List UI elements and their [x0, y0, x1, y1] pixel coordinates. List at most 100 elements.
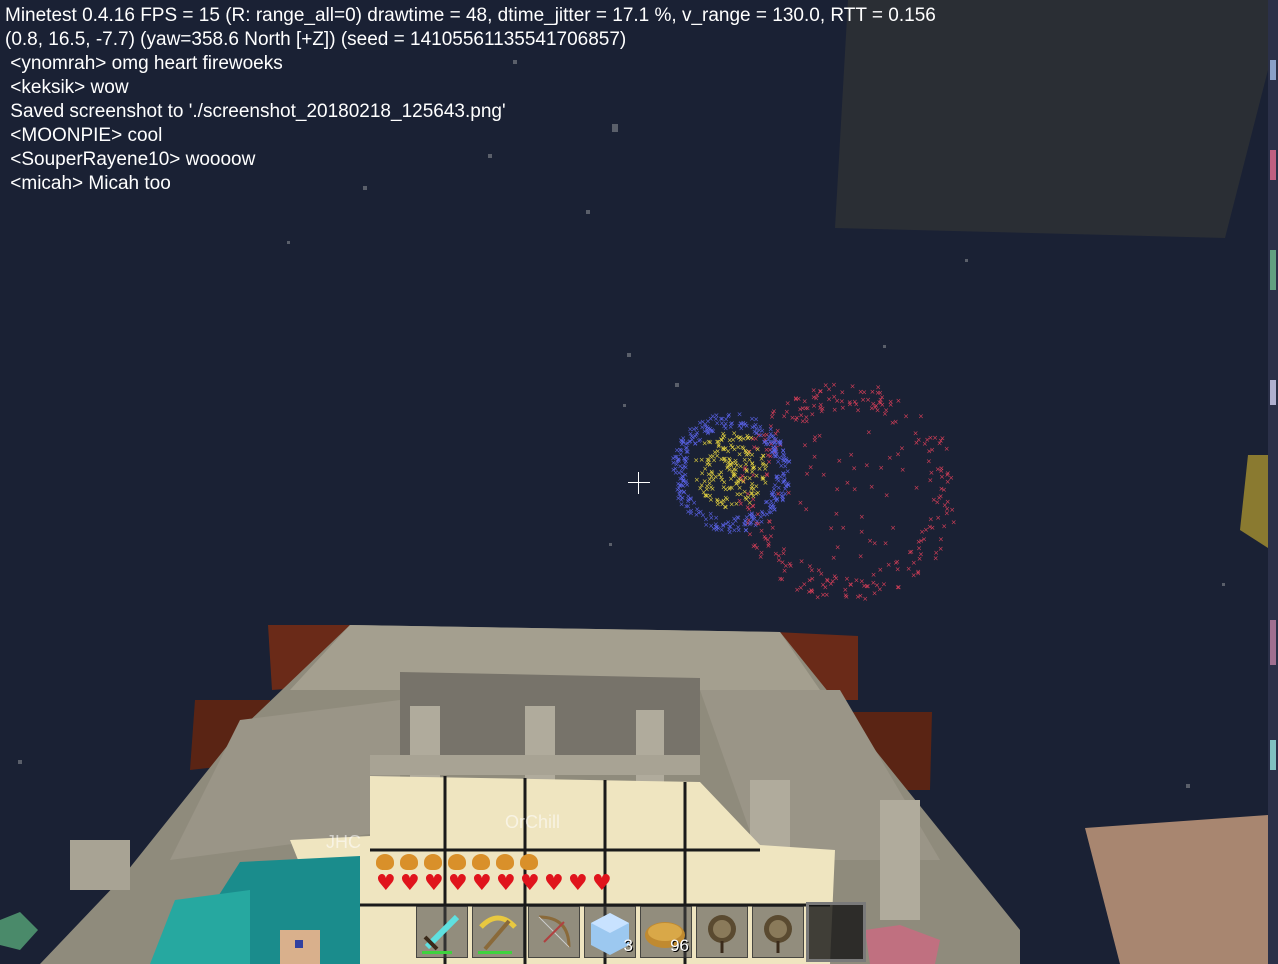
- svg-text:×: ×: [929, 446, 935, 454]
- svg-text:×: ×: [884, 491, 890, 499]
- svg-text:×: ×: [744, 422, 750, 430]
- svg-text:×: ×: [706, 438, 712, 446]
- svg-text:×: ×: [735, 491, 741, 499]
- heart-icon: ♥: [568, 871, 588, 896]
- svg-text:×: ×: [949, 506, 955, 514]
- svg-text:×: ×: [935, 514, 941, 522]
- svg-text:×: ×: [780, 496, 786, 504]
- svg-text:×: ×: [927, 476, 933, 484]
- svg-text:×: ×: [714, 496, 720, 504]
- svg-text:×: ×: [802, 441, 808, 449]
- svg-text:×: ×: [772, 447, 778, 455]
- diamond-sword-icon: [422, 914, 460, 954]
- svg-text:×: ×: [723, 520, 729, 528]
- svg-text:×: ×: [737, 410, 743, 418]
- svg-text:×: ×: [848, 451, 854, 459]
- firework-rocket-icon: [708, 915, 736, 953]
- svg-text:×: ×: [808, 463, 814, 471]
- svg-text:×: ×: [738, 434, 744, 442]
- svg-text:×: ×: [840, 404, 846, 412]
- debug-info-line-2: (0.8, 16.5, -7.7) (yaw=358.6 North [+Z])…: [5, 29, 627, 50]
- svg-text:×: ×: [723, 486, 729, 494]
- svg-text:×: ×: [674, 447, 680, 455]
- svg-text:×: ×: [890, 419, 896, 427]
- svg-text:×: ×: [938, 492, 944, 500]
- svg-text:×: ×: [840, 524, 846, 532]
- svg-text:×: ×: [688, 430, 694, 438]
- svg-text:×: ×: [766, 542, 772, 550]
- hotbar-slot-selected[interactable]: [806, 902, 866, 962]
- svg-text:×: ×: [729, 420, 735, 428]
- svg-text:×: ×: [860, 396, 866, 404]
- svg-text:×: ×: [707, 475, 713, 483]
- svg-text:×: ×: [730, 520, 736, 528]
- firework-rocket-icon: [764, 915, 792, 953]
- svg-text:×: ×: [781, 546, 787, 554]
- hotbar-slot[interactable]: [696, 906, 748, 958]
- svg-text:×: ×: [844, 593, 850, 601]
- svg-text:×: ×: [886, 561, 892, 569]
- svg-text:×: ×: [684, 481, 690, 489]
- chat-message: <keksik> wow: [5, 77, 129, 98]
- svg-text:×: ×: [894, 558, 900, 566]
- chat-message: <micah> Micah too: [5, 173, 171, 194]
- svg-text:×: ×: [730, 443, 736, 451]
- chat-message: <ynomrah> omg heart firewoeks: [5, 53, 283, 74]
- svg-text:×: ×: [783, 482, 789, 490]
- hotbar-slot[interactable]: 3: [584, 906, 636, 958]
- svg-text:×: ×: [859, 513, 865, 521]
- heart-icon: ♥: [544, 871, 564, 896]
- svg-text:×: ×: [699, 456, 705, 464]
- svg-text:×: ×: [799, 558, 805, 566]
- svg-text:×: ×: [831, 393, 837, 401]
- svg-text:×: ×: [811, 387, 817, 395]
- svg-text:×: ×: [945, 478, 951, 486]
- svg-text:×: ×: [793, 394, 799, 402]
- hotbar-slot[interactable]: [752, 906, 804, 958]
- svg-text:×: ×: [845, 479, 851, 487]
- game-viewport[interactable]: × × × × × × × × × × × × × × × × × × × × × × × × × × × × × × × × × × × × × × × ×…: [0, 0, 1278, 964]
- svg-text:×: ×: [828, 524, 834, 532]
- svg-text:×: ×: [723, 494, 729, 502]
- heart-icon: ♥: [376, 871, 396, 896]
- svg-text:×: ×: [794, 586, 800, 594]
- svg-text:×: ×: [780, 450, 786, 458]
- svg-text:×: ×: [864, 462, 870, 470]
- player-nametag: OrChill: [505, 812, 561, 832]
- svg-text:×: ×: [834, 485, 840, 493]
- svg-text:×: ×: [721, 455, 727, 463]
- svg-text:×: ×: [800, 417, 806, 425]
- hunger-icon: [400, 854, 418, 870]
- svg-text:×: ×: [753, 425, 759, 433]
- svg-text:×: ×: [928, 515, 934, 523]
- hunger-bar: [376, 852, 566, 872]
- svg-text:×: ×: [895, 450, 901, 458]
- hotbar-slot[interactable]: 96: [640, 906, 692, 958]
- svg-text:×: ×: [718, 415, 724, 423]
- heart-icon: ♥: [400, 871, 420, 896]
- svg-text:×: ×: [809, 587, 815, 595]
- heart-icon: ♥: [448, 871, 468, 896]
- svg-text:×: ×: [748, 490, 754, 498]
- svg-text:×: ×: [699, 482, 705, 490]
- svg-text:×: ×: [951, 519, 957, 527]
- hotbar-slot[interactable]: [416, 906, 468, 958]
- svg-text:×: ×: [677, 488, 683, 496]
- svg-text:×: ×: [734, 500, 740, 508]
- svg-text:×: ×: [903, 413, 909, 421]
- svg-text:×: ×: [832, 406, 838, 414]
- svg-text:×: ×: [705, 426, 711, 434]
- svg-text:×: ×: [781, 412, 787, 420]
- hotbar-slot[interactable]: [472, 906, 524, 958]
- hotbar-slot[interactable]: [528, 906, 580, 958]
- svg-text:×: ×: [767, 518, 773, 526]
- svg-text:×: ×: [859, 528, 865, 536]
- svg-text:×: ×: [888, 401, 894, 409]
- svg-text:×: ×: [820, 405, 826, 413]
- svg-text:×: ×: [711, 456, 717, 464]
- svg-text:×: ×: [714, 526, 720, 534]
- svg-text:×: ×: [918, 537, 924, 545]
- svg-text:×: ×: [798, 499, 804, 507]
- svg-text:×: ×: [680, 464, 686, 472]
- svg-text:×: ×: [774, 473, 780, 481]
